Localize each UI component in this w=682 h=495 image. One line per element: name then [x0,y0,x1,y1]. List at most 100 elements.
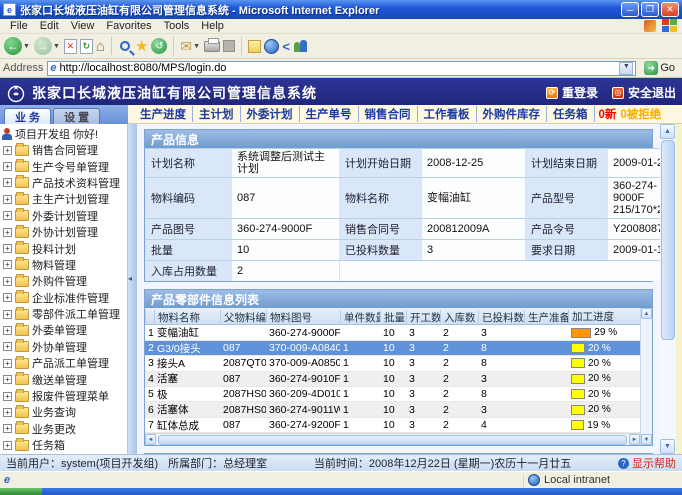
tree-item-business-query[interactable]: 业务查询 [2,404,127,420]
parts-row-1[interactable]: 1 变幅油缸 360-274-9000F 10 3 2 3 29 % [145,325,640,340]
nav-work-board[interactable]: 工作看板 [418,106,477,122]
tree-item-prod-order-no[interactable]: 生产令号单管理 [2,158,127,174]
stop-button[interactable]: ✕ [64,39,77,54]
tree-splitter[interactable] [128,124,137,454]
edit-button[interactable] [223,40,235,52]
col-in-stock[interactable]: 入库数 [440,310,478,323]
parts-row-7[interactable]: 7 缸体总成 087 360-274-9200F 1 10 3 2 4 19 % [145,418,640,433]
tree-item-outsource-plan[interactable]: 外委计划管理 [2,208,127,224]
close-button[interactable]: ✕ [661,2,679,17]
logout-button[interactable]: ◎ 安全退出 [612,84,676,101]
expand-icon[interactable] [3,359,12,368]
expand-icon[interactable] [3,326,12,335]
tree-item-master-plan[interactable]: 主生产计划管理 [2,191,127,207]
expand-icon[interactable] [3,277,12,286]
messenger-button[interactable] [264,39,279,54]
parts-row-6[interactable]: 6 活塞体 2087HS002 360-274-9011W 1 10 3 2 3… [145,402,640,417]
address-box[interactable]: e ▼ [47,61,636,76]
expand-icon[interactable] [3,195,12,204]
expand-icon[interactable] [3,228,12,237]
parts-row-4[interactable]: 4 活塞 087 360-274-9010F 1 10 3 2 3 20 % [145,372,640,387]
address-input[interactable] [59,62,616,74]
refresh-button[interactable]: ↻ [80,39,93,54]
tree-item-standard-parts[interactable]: 企业标准件管理 [2,290,127,306]
expand-icon[interactable] [3,342,12,351]
expand-icon[interactable] [3,310,12,319]
task-rejected-badge[interactable]: 0被拒绝 [620,106,661,122]
col-progress[interactable]: 加工进度 [568,310,634,323]
mail-button[interactable]: ✉▼ [180,38,201,55]
nav-purchased-stock[interactable]: 外购件库存 [477,106,548,122]
tree-item-part-workorder[interactable]: 零部件派工单管理 [2,306,127,322]
mail-dropdown-icon[interactable]: ▼ [193,43,200,50]
parts-row-5[interactable]: 5 极 2087HS002 360-209-4D010 1 10 3 2 8 2… [145,387,640,402]
col-batch[interactable]: 批量 [380,310,406,323]
tree-item-sales-contract[interactable]: 销售合同管理 [2,142,127,158]
nav-outsource-plan[interactable]: 外委计划 [241,106,300,122]
tree-item-material-mgmt[interactable]: 物料管理 [2,257,127,273]
expand-icon[interactable] [3,293,12,302]
main-vscrollbar[interactable]: ▲ ▼ [660,124,676,454]
scroll-down-icon[interactable]: ▼ [641,434,652,445]
tree-item-coop-order[interactable]: 外协单管理 [2,339,127,355]
scroll-down-icon[interactable]: ▼ [660,439,675,454]
col-started[interactable]: 开工数 [406,310,440,323]
scroll-up-icon[interactable]: ▲ [641,308,652,319]
minimize-button[interactable]: ─ [621,2,639,17]
parts-row-2-selected[interactable]: 2 G3/0接头 087 370-009-A0840 1 10 3 2 8 20… [145,341,640,356]
tree-item-delivery-order[interactable]: 缴送单管理 [2,371,127,387]
nav-master-plan[interactable]: 主计划 [193,106,241,122]
col-drawing-no[interactable]: 物料图号 [266,310,340,323]
scroll-up-icon[interactable]: ▲ [660,124,675,139]
expand-icon[interactable] [3,178,12,187]
home-button[interactable]: ⌂ [96,38,105,55]
expand-icon[interactable] [3,260,12,269]
favorites-button[interactable]: ★ [135,37,148,55]
address-dropdown-icon[interactable]: ▼ [619,62,633,75]
parts-vscrollbar[interactable]: ▲ ▼ [640,308,652,445]
tree-item-outsource-order[interactable]: 外委单管理 [2,322,127,338]
task-new-badge[interactable]: 0新 [599,106,617,122]
menu-help[interactable]: Help [195,20,230,32]
col-parent-code[interactable]: 父物料编码 [220,310,266,323]
menu-favorites[interactable]: Favorites [100,20,157,32]
nav-sales-contract[interactable]: 销售合同 [359,106,418,122]
vscroll-thumb[interactable] [661,140,675,340]
expand-icon[interactable] [3,244,12,253]
expand-icon[interactable] [3,211,12,220]
tree-item-purchased-parts[interactable]: 外购件管理 [2,273,127,289]
maximize-button[interactable]: ❐ [641,2,659,17]
expand-icon[interactable] [3,392,12,401]
windows-taskbar[interactable] [0,488,682,495]
tree-item-product-workorder[interactable]: 产品派工单管理 [2,355,127,371]
expand-icon[interactable] [3,162,12,171]
discuss-button[interactable] [293,40,308,53]
show-help-link[interactable]: ? 显示帮助 [618,455,676,471]
parts-row-3[interactable]: 3 接头A 2087QT002 370-009-A0850 1 10 3 2 8… [145,356,640,371]
col-unit-qty[interactable]: 单件数量 [340,310,380,323]
back-button[interactable]: ←▼ [4,37,31,55]
forward-button[interactable]: →▼ [34,37,61,55]
tab-business[interactable]: 业 务 [4,108,51,124]
go-button[interactable]: ➔ Go [640,61,679,75]
back-dropdown-icon[interactable]: ▼ [23,43,30,50]
start-button-edge[interactable] [0,488,42,495]
tree-item-scrap-mgmt[interactable]: 报废件管理菜单 [2,388,127,404]
nav-production-progress[interactable]: 生产进度 [134,106,193,122]
tree-item-business-change[interactable]: 业务更改 [2,421,127,437]
menu-tools[interactable]: Tools [158,20,196,32]
hscroll-thumb[interactable] [158,435,627,445]
col-prep[interactable]: 生产准备 [524,310,568,323]
tree-item-task-box[interactable]: 任务箱 [2,437,127,453]
tree-item-coop-plan[interactable]: 外协计划管理 [2,224,127,240]
expand-icon[interactable] [3,146,12,155]
print-button[interactable] [204,41,220,52]
menu-file[interactable]: File [4,20,34,32]
expand-icon[interactable] [3,375,12,384]
expand-icon[interactable] [3,408,12,417]
parts-hscrollbar[interactable]: ◄ ► [145,433,640,445]
tree-item-material-plan[interactable]: 投料计划 [2,240,127,256]
menu-edit[interactable]: Edit [34,20,65,32]
forward-dropdown-icon[interactable]: ▼ [53,43,60,50]
scroll-right-icon[interactable]: ► [629,434,640,445]
